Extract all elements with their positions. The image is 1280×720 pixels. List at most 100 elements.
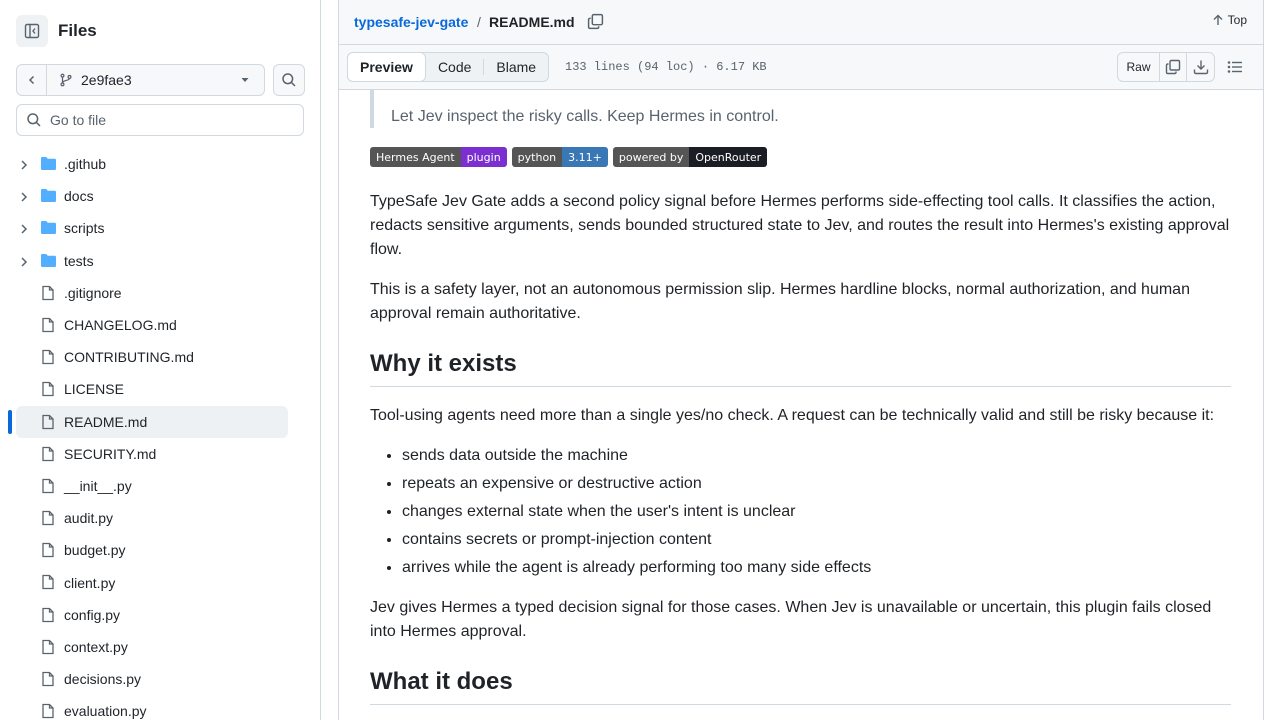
folder-icon: [41, 221, 56, 235]
breadcrumb-file: README.md: [489, 14, 575, 30]
back-button[interactable]: [17, 65, 47, 95]
tree-item[interactable]: evaluation.py: [0, 695, 320, 720]
copy-raw-button[interactable]: [1160, 53, 1187, 81]
expand-toggle[interactable]: [19, 190, 29, 206]
sidebar-header: Files: [16, 15, 97, 47]
file-stats: 133 lines (94 loc) · 6.17 KB: [565, 60, 767, 74]
copy-path-button[interactable]: [587, 13, 604, 35]
download-icon: [1193, 60, 1208, 75]
fallback-paragraph: Jev gives Hermes a typed decision signal…: [370, 599, 1212, 640]
risk-list: sends data outside the machinerepeats an…: [402, 444, 871, 584]
expand-toggle[interactable]: [19, 222, 29, 238]
expand-toggle[interactable]: [19, 158, 29, 174]
tree-item[interactable]: audit.py: [0, 502, 320, 534]
expand-toggle[interactable]: [19, 255, 29, 271]
tree-item[interactable]: budget.py: [0, 534, 320, 566]
tree-item-icon: [40, 574, 56, 593]
tree-item[interactable]: SECURITY.md: [0, 438, 320, 470]
file-icon: [42, 671, 54, 687]
git-branch-icon: [60, 73, 72, 87]
go-to-file-box: [16, 104, 304, 136]
tree-item[interactable]: __init__.py: [0, 470, 320, 502]
heading-what-it-does[interactable]: What it does: [370, 668, 1231, 705]
branch-picker: 2e9fae3: [16, 64, 265, 96]
file-icon: [42, 543, 54, 558]
badge-row: Hermes Agent plugin python 3.11+ powered by O…: [370, 147, 768, 167]
tab-preview[interactable]: Preview: [347, 52, 426, 82]
file-icon: [42, 317, 54, 333]
tree-item[interactable]: client.py: [0, 566, 320, 598]
file-tree: .github docs scripts tests .gitignore CHANGEL…: [0, 148, 320, 720]
breadcrumb-repo-link[interactable]: typesafe-jev-gate: [354, 14, 468, 30]
heading-why-it-exists[interactable]: Why it exists: [370, 350, 1231, 387]
file-icon: [42, 382, 54, 397]
tab-code[interactable]: Code: [426, 53, 483, 81]
list-item: contains secrets or prompt-injection con…: [402, 528, 871, 556]
file-icon: [42, 446, 54, 461]
tree-item-label: CHANGELOG.md: [64, 317, 177, 334]
badge-value: plugin: [460, 147, 507, 167]
badge-label: powered by: [612, 147, 690, 167]
folder-icon: [41, 189, 56, 203]
download-button[interactable]: [1187, 53, 1214, 81]
tree-item-label: __init__.py: [64, 477, 132, 494]
badge[interactable]: powered by OpenRouter: [612, 147, 768, 167]
search-icon: [282, 73, 296, 87]
tree-item-label: audit.py: [64, 510, 114, 527]
selected-highlight: [16, 405, 288, 438]
outline-button[interactable]: [1227, 59, 1243, 80]
tree-item-label: scripts: [64, 220, 105, 237]
why-paragraph: Tool-using agents need more than a singl…: [370, 407, 1215, 424]
copy-icon: [587, 13, 604, 30]
tree-item[interactable]: README.md: [0, 405, 320, 438]
file-actions: Raw: [1117, 52, 1215, 82]
tree-item-label: LICENSE: [64, 381, 124, 398]
tree-item-icon: [40, 188, 57, 206]
tree-item[interactable]: docs: [0, 180, 320, 212]
badge[interactable]: python 3.11+: [511, 147, 608, 167]
file-icon: [42, 510, 54, 526]
file-tree-sidebar: Files 2e9fae3 .githubdocs scripts tests.gi…: [0, 0, 321, 720]
tree-item[interactable]: .github: [0, 148, 320, 180]
caret-down-icon: [241, 78, 249, 82]
tree-item[interactable]: config.py: [0, 599, 320, 631]
tree-item-label: config.py: [64, 606, 121, 623]
go-to-file-input[interactable]: [50, 112, 290, 128]
file-toolbar: Preview Code Blame 133 lines (94 loc) · …: [339, 45, 1263, 90]
top-link[interactable]: Top: [1212, 13, 1247, 27]
chevron-right-icon: [21, 192, 28, 202]
tree-item[interactable]: LICENSE: [0, 373, 320, 405]
tree-item-label: SECURITY.md: [64, 445, 157, 462]
file-icon: [42, 349, 54, 365]
tree-item-icon: [40, 381, 56, 400]
search-button[interactable]: [273, 64, 305, 96]
raw-button[interactable]: Raw: [1118, 53, 1160, 81]
breadcrumb-bar: typesafe-jev-gate / README.md Top: [339, 0, 1263, 45]
list-item: arrives while the agent is already perfo…: [402, 556, 871, 584]
collapse-sidebar-button[interactable]: [16, 15, 48, 47]
branch-select[interactable]: 2e9fae3: [47, 65, 264, 95]
file-icon: [42, 607, 54, 622]
tree-item[interactable]: CHANGELOG.md: [0, 309, 320, 341]
tree-item[interactable]: tests: [0, 245, 320, 277]
tab-blame[interactable]: Blame: [484, 53, 548, 81]
chevron-left-icon: [28, 75, 34, 85]
folder-icon: [41, 157, 56, 170]
badge[interactable]: Hermes Agent plugin: [370, 147, 507, 167]
tree-item[interactable]: CONTRIBUTING.md: [0, 341, 320, 373]
tree-item[interactable]: .gitignore: [0, 277, 320, 309]
file-icon: [42, 704, 54, 719]
tree-item[interactable]: scripts: [0, 212, 320, 244]
top-link-label: Top: [1227, 13, 1247, 27]
file-icon: [42, 285, 54, 300]
sidebar-collapse-icon: [24, 23, 40, 39]
tree-item-label: evaluation.py: [64, 703, 147, 720]
badge-label: Hermes Agent: [370, 147, 461, 167]
tree-item-icon: [40, 607, 56, 626]
tree-item-icon: [40, 253, 57, 271]
folder-icon: [41, 253, 56, 267]
tree-item[interactable]: decisions.py: [0, 663, 320, 695]
breadcrumb-separator: /: [477, 14, 481, 30]
tree-item[interactable]: context.py: [0, 631, 320, 663]
list-item: repeats an expensive or destructive acti…: [402, 472, 871, 500]
